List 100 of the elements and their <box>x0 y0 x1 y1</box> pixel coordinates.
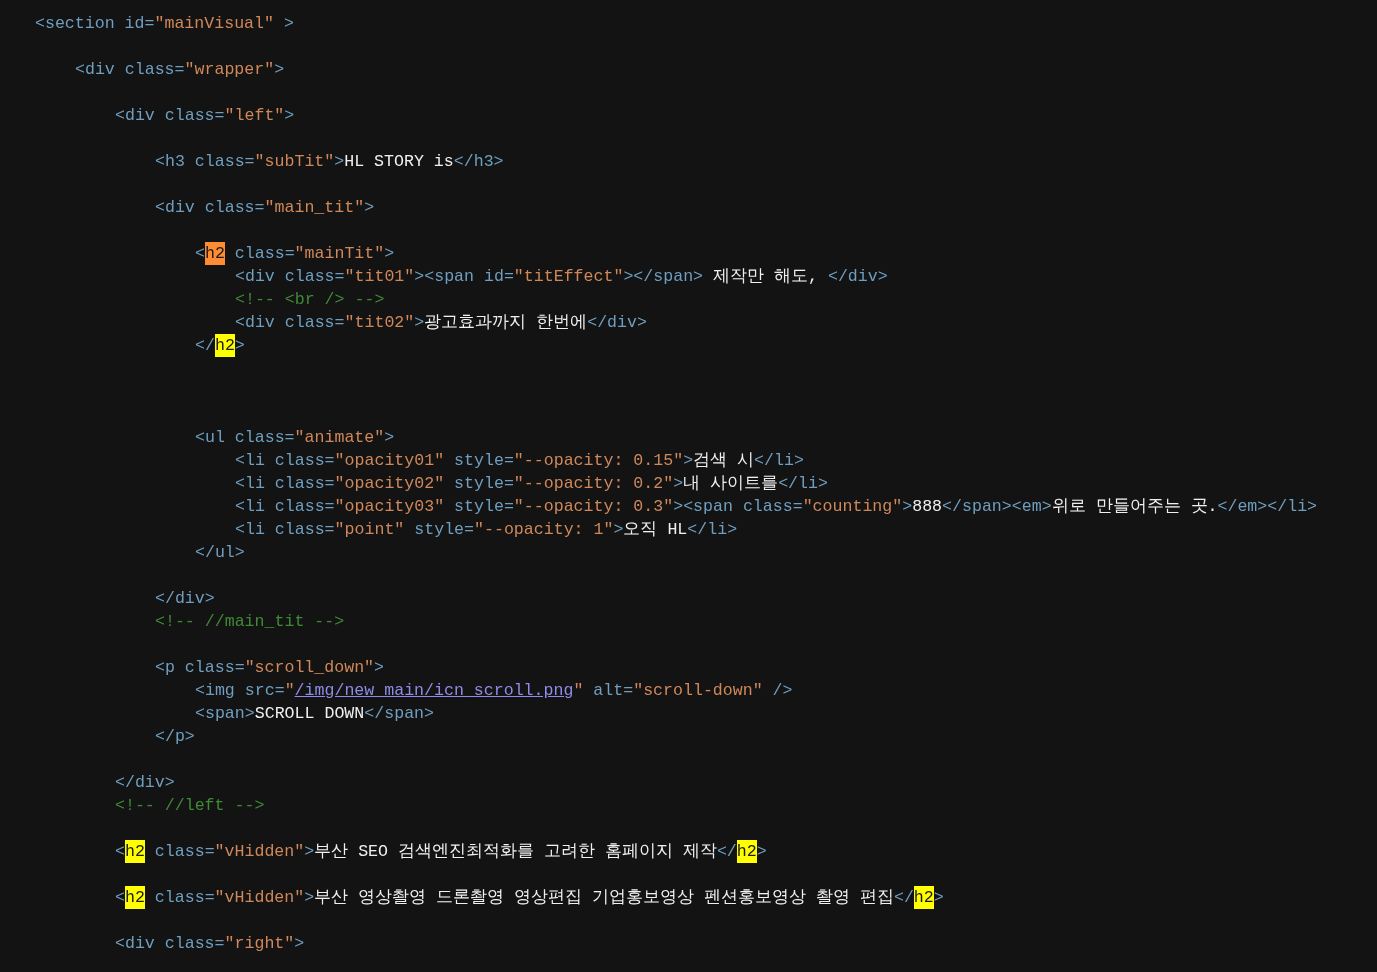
markup-tag: > <box>294 932 305 955</box>
markup-tag: <div class= <box>115 932 225 955</box>
code-comment: <!-- <br /> --> <box>235 289 385 311</box>
markup-tag: style= <box>444 472 514 495</box>
text-content: SCROLL DOWN <box>254 703 365 725</box>
markup-tag: ><span class= <box>673 495 803 518</box>
attribute-value: "--opacity: 0.3" <box>513 496 674 518</box>
attribute-value: "left" <box>224 105 285 127</box>
markup-tag: > <box>334 150 345 173</box>
markup-tag: > <box>902 495 913 518</box>
attribute-value: "tit01" <box>344 266 415 288</box>
markup-tag: <div class= <box>75 58 185 81</box>
text-content: 내 사이트를 <box>683 473 779 495</box>
markup-tag: alt= <box>583 679 634 702</box>
highlighted-match: h2 <box>124 886 145 909</box>
text-content: 부산 영상촬영 드론촬영 영상편집 기업홍보영상 펜션홍보영상 촬영 편집 <box>314 887 894 909</box>
markup-tag: <img src= <box>195 679 285 702</box>
markup-tag: </ <box>195 334 215 357</box>
text-content: 위로 만들어주는 곳. <box>1051 496 1218 518</box>
highlighted-match: h2 <box>736 840 757 863</box>
attribute-value: "main_tit" <box>264 197 365 219</box>
markup-tag: style= <box>404 518 475 541</box>
markup-tag: > <box>414 311 425 334</box>
markup-tag: <li class= <box>235 495 335 518</box>
code-comment: <!-- //left --> <box>115 795 265 817</box>
markup-tag: </ <box>716 840 737 863</box>
attribute-value: "right" <box>224 933 295 955</box>
markup-tag: < <box>115 840 125 863</box>
attribute-value: "vHidden" <box>214 841 305 863</box>
attribute-value: "opacity01" <box>334 450 445 472</box>
text-content: 888 <box>912 496 943 518</box>
markup-tag: > <box>683 449 694 472</box>
markup-tag: <div class= <box>115 104 225 127</box>
markup-tag: > <box>933 886 944 909</box>
markup-tag: > <box>304 886 315 909</box>
link[interactable]: /img/new_main/icn_scroll.png <box>294 679 574 702</box>
markup-tag: </div> <box>827 265 888 288</box>
markup-tag: <h3 class= <box>155 150 255 173</box>
markup-tag: style= <box>444 495 514 518</box>
markup-tag: </li> <box>687 518 738 541</box>
text-content: 광고효과까지 한번에 <box>424 312 588 334</box>
markup-tag: </span><em> <box>942 495 1052 518</box>
highlighted-match: h2 <box>124 840 145 863</box>
markup-tag: class= <box>144 840 215 863</box>
attribute-value: " <box>573 680 584 702</box>
text-content: HL STORY is <box>344 151 454 173</box>
markup-tag: <div class= <box>235 265 345 288</box>
markup-tag: <ul class= <box>195 426 295 449</box>
text-content: 검색 시 <box>693 450 755 472</box>
code-comment: <!-- //main_tit --> <box>155 611 345 633</box>
markup-tag: > <box>613 518 624 541</box>
highlighted-match: h2 <box>214 334 235 357</box>
markup-tag: <span> <box>195 702 255 725</box>
markup-tag: > <box>364 196 375 219</box>
text-content: 부산 SEO 검색엔진최적화를 고려한 홈페이지 제작 <box>314 841 717 863</box>
attribute-value: "--opacity: 1" <box>474 519 614 541</box>
markup-tag: <div class= <box>155 196 265 219</box>
markup-tag: </div> <box>115 771 175 794</box>
markup-tag: < <box>195 242 205 265</box>
markup-tag: </span> <box>364 702 434 725</box>
attribute-value: "mainTit" <box>294 243 385 265</box>
attribute-value: " <box>284 680 295 702</box>
markup-tag: > <box>756 840 767 863</box>
markup-tag: > <box>673 472 684 495</box>
markup-tag: ><span id= <box>414 265 514 288</box>
markup-tag: > <box>384 426 395 449</box>
attribute-value: "scroll-down" <box>633 680 763 702</box>
text-content: 오직 HL <box>623 519 688 541</box>
markup-tag: <p class= <box>155 656 245 679</box>
markup-tag: > <box>384 242 395 265</box>
attribute-value: "mainVisual" <box>154 13 274 35</box>
markup-tag: > <box>274 12 294 35</box>
attribute-value: "vHidden" <box>214 887 305 909</box>
markup-tag: <section id= <box>35 12 155 35</box>
markup-tag: < <box>115 886 125 909</box>
attribute-value: "--opacity: 0.2" <box>513 473 674 495</box>
markup-tag: </div> <box>155 587 215 610</box>
attribute-value: "--opacity: 0.15" <box>513 450 684 472</box>
attribute-value: "tit02" <box>344 312 415 334</box>
attribute-value: "point" <box>334 519 405 541</box>
markup-tag: ></span> <box>623 265 704 288</box>
markup-tag: </div> <box>587 311 647 334</box>
text-content: 제작만 해도, <box>712 266 819 288</box>
highlighted-match: h2 <box>913 886 934 909</box>
markup-tag: > <box>234 334 245 357</box>
attribute-value: "subTit" <box>254 151 335 173</box>
highlighted-match: h2 <box>204 242 225 265</box>
markup-tag: </ <box>893 886 914 909</box>
markup-tag: <div class= <box>235 311 345 334</box>
markup-tag: <li class= <box>235 449 335 472</box>
markup-tag: <li class= <box>235 518 335 541</box>
attribute-value: "opacity03" <box>334 496 445 518</box>
attribute-value: "animate" <box>294 427 385 449</box>
markup-tag: </li> <box>778 472 828 495</box>
markup-tag: </p> <box>155 725 195 748</box>
markup-tag: </h3> <box>453 150 504 173</box>
markup-tag: > <box>284 104 295 127</box>
markup-tag: /> <box>762 679 793 702</box>
markup-tag: class= <box>144 886 215 909</box>
markup-tag: </ul> <box>195 541 245 564</box>
